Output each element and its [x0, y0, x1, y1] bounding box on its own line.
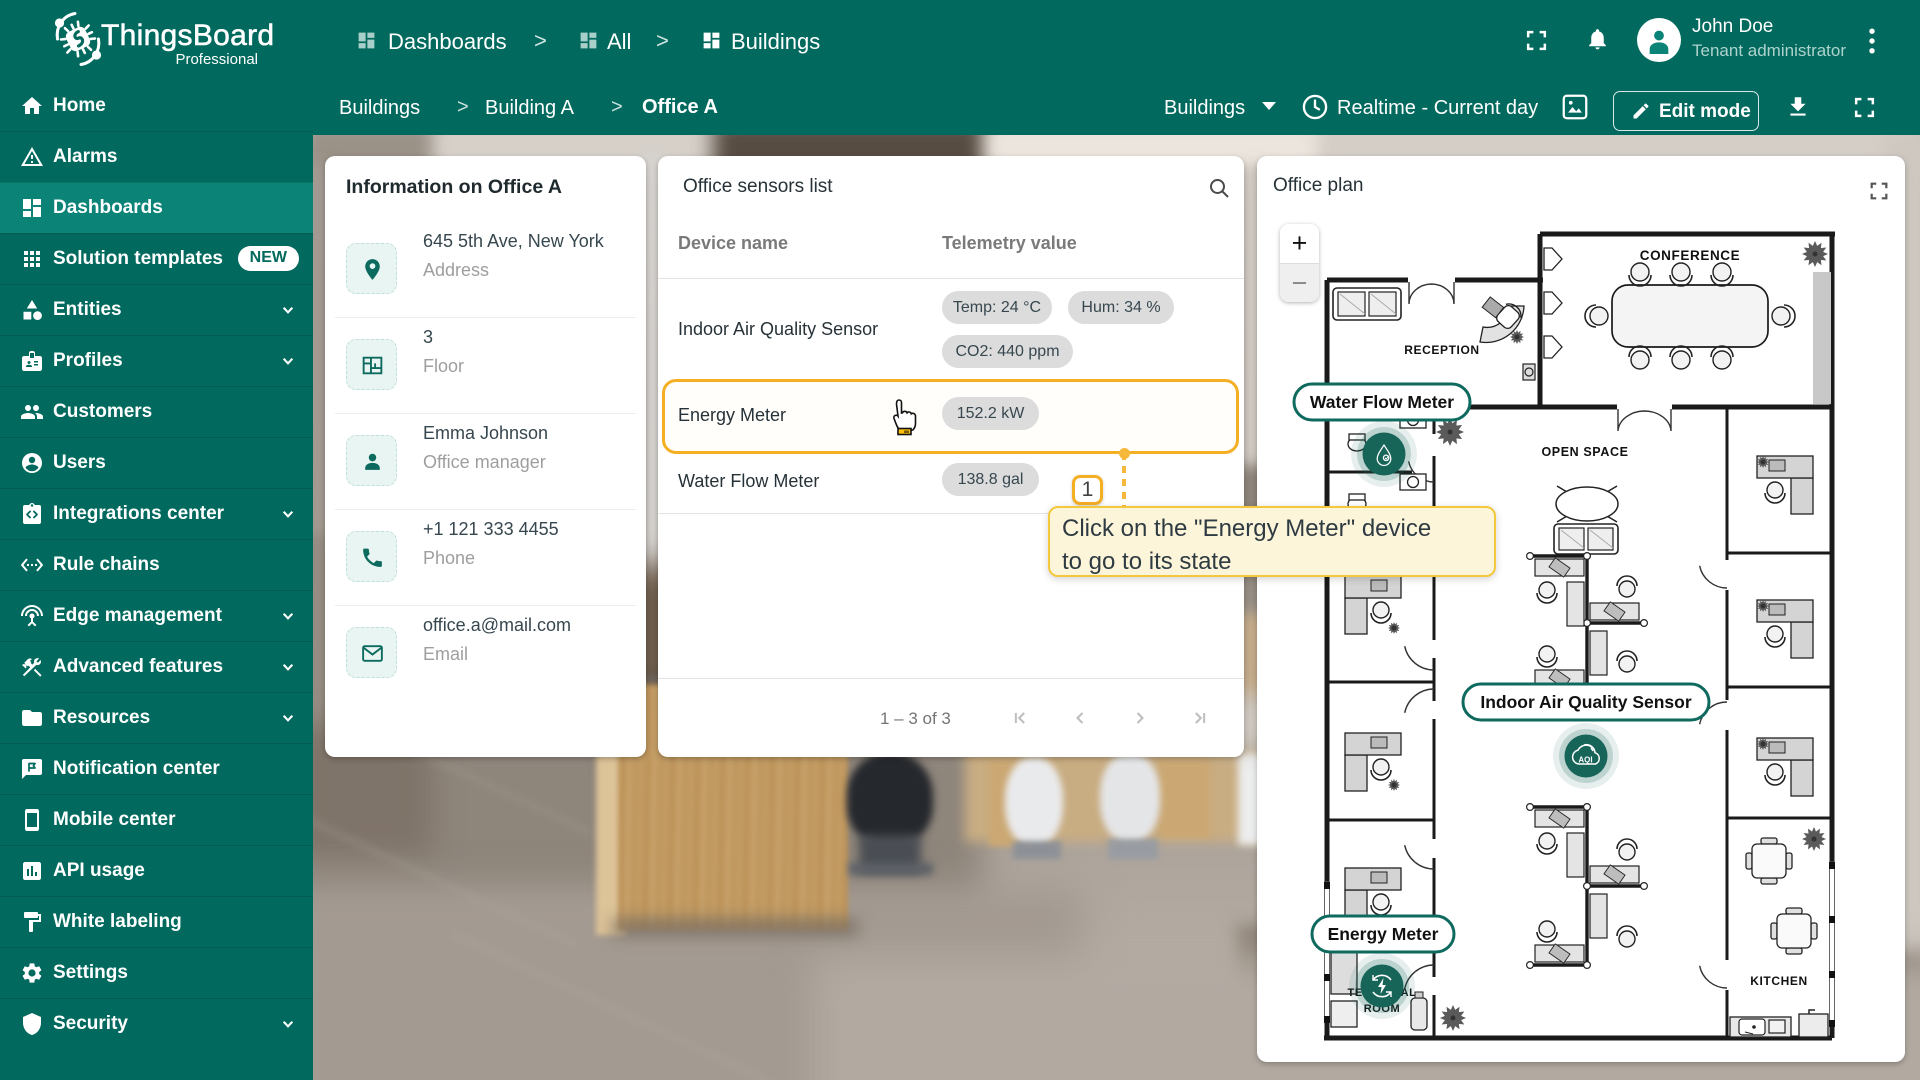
svg-text:Water Flow Meter: Water Flow Meter: [1310, 392, 1454, 412]
svg-text:Energy Meter: Energy Meter: [1328, 924, 1439, 944]
svg-text:CONFERENCE: CONFERENCE: [1640, 248, 1741, 263]
svg-text:Indoor Air Quality Sensor: Indoor Air Quality Sensor: [1480, 692, 1692, 712]
svg-text:OPEN SPACE: OPEN SPACE: [1541, 445, 1628, 459]
svg-text:AQI: AQI: [1578, 756, 1592, 765]
svg-text:KITCHEN: KITCHEN: [1750, 974, 1808, 988]
svg-text:RECEPTION: RECEPTION: [1404, 343, 1479, 357]
